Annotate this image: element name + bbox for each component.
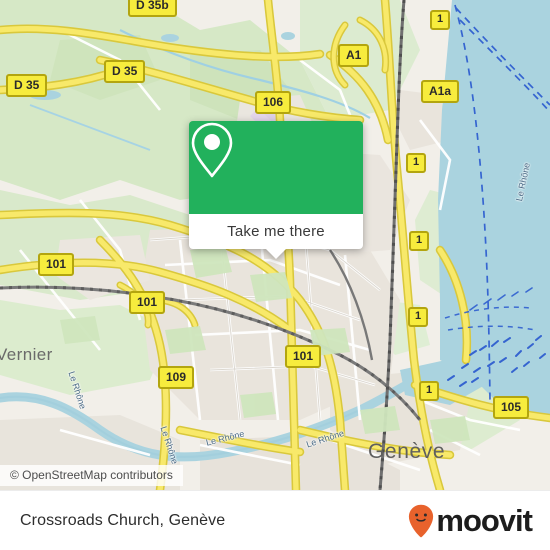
road-shield: D 35: [6, 74, 48, 97]
road-shield: A1: [338, 44, 370, 67]
popup-tail-pointer: [265, 248, 287, 259]
location-pin-icon: [191, 122, 233, 178]
road-shield: 105: [493, 396, 530, 419]
moovit-smiling-pin-icon: [409, 504, 434, 537]
moovit-logo[interactable]: moovit: [408, 503, 533, 538]
location-popup-card[interactable]: Take me there: [189, 121, 363, 259]
map-attribution[interactable]: © OpenStreetMap contributors: [0, 465, 183, 486]
place-title: Crossroads Church, Genève: [20, 511, 226, 529]
map-canvas[interactable]: Genève Vernier D 35b D 35 D 35 A1 106 A1…: [0, 0, 550, 490]
road-shield: 106: [255, 91, 292, 114]
road-shield: 101: [38, 253, 75, 276]
moovit-wordmark: moovit: [436, 503, 533, 538]
road-shield: D 35b: [128, 0, 177, 17]
road-shield: A1a: [421, 80, 460, 103]
road-shield: 1: [409, 231, 430, 251]
road-shield: D 35: [104, 60, 146, 83]
road-shield: 101: [285, 345, 322, 368]
moovit-map-screenshot: Genève Vernier D 35b D 35 D 35 A1 106 A1…: [0, 0, 550, 550]
road-shield: 101: [129, 291, 166, 314]
take-me-there-button[interactable]: Take me there: [189, 214, 363, 259]
popup-pin-area: [189, 121, 363, 214]
take-me-there-label: Take me there: [227, 223, 325, 240]
road-shield: 1: [406, 153, 427, 173]
footer-bar: Crossroads Church, Genève moovit: [0, 490, 550, 550]
road-shield: 1: [419, 381, 440, 401]
road-shield: 1: [430, 10, 451, 30]
road-shield: 1: [408, 307, 429, 327]
road-shield: 109: [158, 366, 195, 389]
